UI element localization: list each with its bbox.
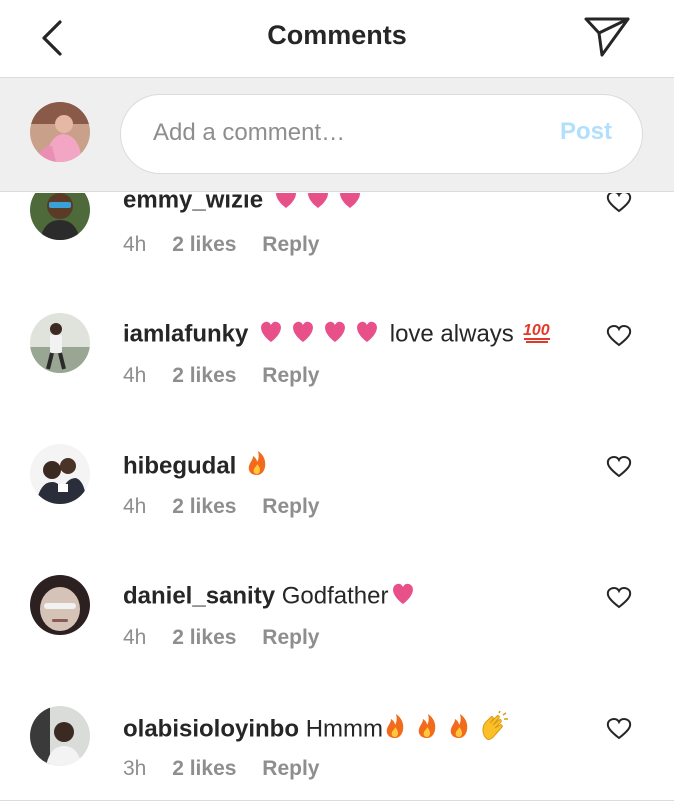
likes-count[interactable]: 2 likes [172,626,236,650]
comment-username[interactable]: iamlafunky [123,320,248,347]
comment-time: 4h [123,233,147,256]
page-title: Comments [267,20,407,50]
share-button[interactable] [582,14,632,60]
avatar[interactable] [30,313,90,373]
reply-button[interactable]: Reply [262,626,319,650]
avatar[interactable] [30,444,90,504]
comment-text: emmy_wizie [123,193,366,218]
comment-body: love always [389,320,514,348]
comment-username[interactable]: olabisioloyinbo [123,715,299,742]
comment-meta: 4h 2 likes Reply [123,233,339,257]
heart-outline-icon [606,717,632,740]
fire-emoji [383,712,479,748]
reply-button[interactable]: Reply [262,757,319,781]
heart-outline-icon [606,586,632,609]
list-item: olabisioloyinbo Hmmm 3h 2 likes Reply [0,704,674,812]
avatar [30,102,90,162]
comment-meta: 4h 2 likes Reply [123,495,339,519]
list-item: daniel_sanity Godfather 4h 2 likes Reply [0,573,674,704]
like-button[interactable] [606,717,632,741]
comment-username[interactable]: daniel_sanity [123,582,275,609]
svg-text:100: 100 [523,322,550,339]
comment-username[interactable]: emmy_wizie [123,193,263,213]
comment-time: 4h [123,364,147,387]
top-bar: Comments [0,0,674,78]
likes-count[interactable]: 2 likes [172,233,236,257]
comment-input[interactable]: Add a comment… Post [120,94,643,174]
comment-time: 3h [123,757,147,780]
like-button[interactable] [606,455,632,479]
avatar[interactable] [30,575,90,635]
heart-emoji [272,193,366,218]
heart-emoji [257,318,383,352]
reply-button[interactable]: Reply [262,233,319,257]
comments-list[interactable]: emmy_wizie 4h 2 likes Reply iamlafunky l… [0,193,674,812]
comment-body: Godfather [281,582,389,610]
likes-count[interactable]: 2 likes [172,495,236,519]
list-item: hibegudal 4h 2 likes Reply [0,442,674,573]
comment-meta: 4h 2 likes Reply [123,626,339,650]
likes-count[interactable]: 2 likes [172,757,236,781]
clapping-hands-emoji [479,710,509,749]
like-button[interactable] [606,324,632,348]
comment-composer: Add a comment… Post [0,78,674,192]
reply-button[interactable]: Reply [262,495,319,519]
post-button[interactable]: Post [560,118,612,146]
comment-body: Hmmm [305,715,383,743]
heart-emoji [388,580,418,614]
comment-time: 4h [123,495,147,518]
heart-outline-icon [606,193,632,213]
comment-time: 4h [123,626,147,649]
comment-meta: 3h 2 likes Reply [123,757,339,781]
comment-text: olabisioloyinbo Hmmm [123,710,509,749]
comment-text: hibegudal [123,449,269,485]
heart-outline-icon [606,324,632,347]
hundred-points-emoji: 100 [522,318,554,352]
comment-text: iamlafunky love always 100 [123,318,554,352]
comment-meta: 4h 2 likes Reply [123,364,339,388]
paper-plane-icon [584,17,630,57]
comment-text: daniel_sanity Godfather [123,580,418,614]
list-item: emmy_wizie 4h 2 likes Reply [0,193,674,311]
comment-input-placeholder: Add a comment… [153,119,346,146]
list-item: iamlafunky love always 100 4h 2 likes Re… [0,311,674,442]
avatar[interactable] [30,193,90,240]
avatar[interactable] [30,706,90,766]
heart-outline-icon [606,455,632,478]
like-button[interactable] [606,193,632,214]
divider [0,800,674,801]
fire-emoji [245,449,269,485]
reply-button[interactable]: Reply [262,364,319,388]
like-button[interactable] [606,586,632,610]
likes-count[interactable]: 2 likes [172,364,236,388]
comment-username[interactable]: hibegudal [123,452,236,479]
